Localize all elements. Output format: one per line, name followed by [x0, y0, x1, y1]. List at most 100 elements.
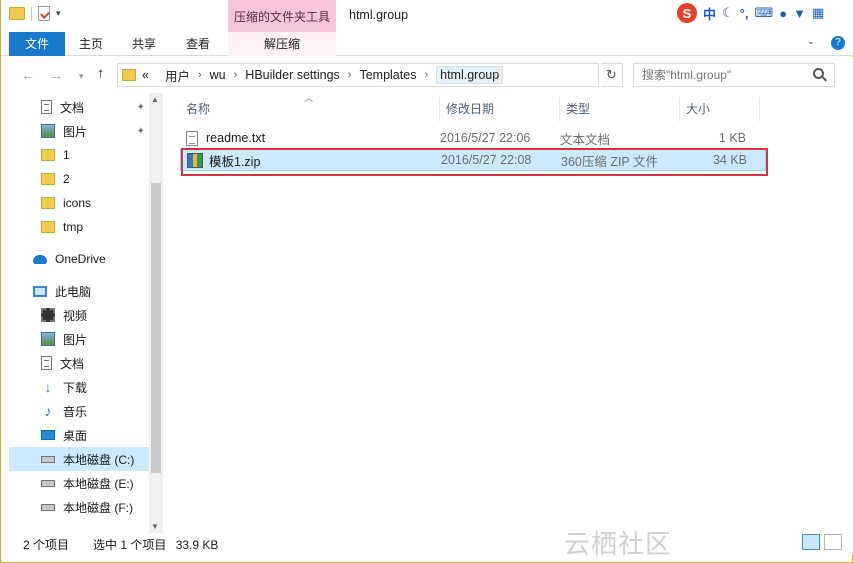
forward-arrow-icon[interactable]: →	[49, 67, 63, 83]
tab-home[interactable]: 主页	[67, 32, 115, 56]
keyboard-icon[interactable]: ⌨	[754, 5, 773, 21]
scroll-down-icon[interactable]: ▼	[151, 522, 159, 531]
item-count: 2 个项目	[23, 537, 70, 552]
nav-item-onedrive[interactable]: OneDrive	[9, 247, 149, 271]
back-arrow-icon[interactable]: ←	[21, 67, 35, 83]
punctuation-icon[interactable]: °,	[740, 6, 749, 21]
help-icon[interactable]: ?	[831, 36, 845, 50]
ime-mode-toggle[interactable]: 中	[703, 4, 716, 23]
nav-item-pc-documents[interactable]: 文档	[9, 351, 149, 375]
nav-item-this-pc[interactable]: 此电脑	[9, 279, 149, 303]
nav-item-label: 下载	[63, 380, 88, 395]
nav-item-label: OneDrive	[55, 252, 106, 266]
user-icon[interactable]: ●	[779, 6, 787, 21]
expand-ribbon-icon[interactable]: ⌄	[807, 36, 815, 50]
nav-item-desktop[interactable]: 桌面	[9, 423, 149, 447]
up-arrow-icon[interactable]: ↑	[97, 65, 105, 82]
breadcrumb-hbuilder-settings[interactable]: HBuilder settings	[245, 68, 340, 82]
pictures-icon	[41, 124, 55, 138]
documents-icon	[41, 100, 52, 114]
customize-toolbar-dropdown-icon[interactable]: ▾	[56, 8, 61, 19]
refresh-icon[interactable]: ↻	[601, 63, 623, 87]
drive-icon	[41, 503, 55, 511]
nav-item-drive-e[interactable]: 本地磁盘 (E:)	[9, 471, 149, 495]
music-icon: ♪	[44, 403, 52, 419]
title-bar: ▾ 压缩的文件夹工具 html.group S 中 ☾ °, ⌨ ● ▼ ▦	[1, 0, 853, 32]
nav-item-music[interactable]: ♪ 音乐	[9, 399, 149, 423]
nav-item-label: 2	[63, 172, 70, 186]
navigation-pane: 文档 ✦ 图片 ✦ 1 2 icons tmp OneDrive 此电脑 视频 …	[9, 93, 149, 533]
column-header-size[interactable]: 大小	[680, 97, 760, 121]
onedrive-cloud-icon	[33, 254, 47, 264]
breadcrumb-html-group[interactable]: html.group	[436, 66, 504, 84]
breadcrumb-users[interactable]: 用户	[165, 66, 190, 85]
tab-file[interactable]: 文件	[9, 32, 65, 56]
nav-item-pc-pictures[interactable]: 图片	[9, 327, 149, 351]
computer-icon	[33, 285, 47, 297]
drive-icon	[41, 455, 55, 463]
breadcrumb-wu[interactable]: wu	[210, 68, 226, 82]
navigation-scrollbar[interactable]: ▲ ▼	[149, 93, 163, 533]
window-title: html.group	[349, 8, 409, 22]
search-icon[interactable]	[813, 68, 824, 79]
nav-item-pictures[interactable]: 图片 ✦	[9, 119, 149, 143]
tab-extract[interactable]: 解压缩	[228, 32, 336, 56]
nav-item-downloads[interactable]: ↓ 下载	[9, 375, 149, 399]
nav-item-label: 文档	[60, 100, 85, 115]
nav-item-videos[interactable]: 视频	[9, 303, 149, 327]
tab-view[interactable]: 查看	[173, 32, 223, 56]
ribbon-tabs: 文件 主页 共享 查看 解压缩 ⌄ ?	[1, 32, 853, 56]
nav-item-icons[interactable]: icons	[9, 191, 149, 215]
nav-item-folder-2[interactable]: 2	[9, 167, 149, 191]
column-header-date[interactable]: 修改日期	[440, 97, 560, 121]
sogou-logo-icon[interactable]: S	[677, 3, 697, 23]
shirt-icon[interactable]: ▼	[793, 6, 806, 21]
folder-icon	[41, 149, 55, 161]
properties-icon[interactable]	[38, 6, 50, 21]
file-date: 2016/5/27 22:06	[440, 131, 531, 145]
explorer-window: ▾ 压缩的文件夹工具 html.group S 中 ☾ °, ⌨ ● ▼ ▦ 文…	[0, 0, 853, 563]
chevron-right-icon[interactable]: ›	[424, 69, 428, 81]
nav-item-folder-1[interactable]: 1	[9, 143, 149, 167]
chevron-right-icon[interactable]: ›	[234, 69, 238, 81]
folder-icon	[122, 69, 136, 81]
column-header-type[interactable]: 类型	[560, 97, 680, 121]
nav-item-drive-f[interactable]: 本地磁盘 (F:)	[9, 495, 149, 519]
grid-icon[interactable]: ▦	[812, 5, 824, 21]
pictures-icon	[41, 332, 55, 346]
nav-item-label: 本地磁盘 (E:)	[63, 476, 134, 491]
large-icons-view-icon[interactable]	[824, 534, 842, 550]
column-header-name[interactable]: 名称	[180, 97, 440, 121]
nav-item-label: 文档	[60, 356, 85, 371]
navigation-bar: ← → ▾ ↑ « 用户 › wu › HBuilder settings › …	[1, 57, 853, 93]
scroll-up-icon[interactable]: ▲	[151, 95, 159, 104]
address-bar[interactable]: « 用户 › wu › HBuilder settings › Template…	[117, 63, 599, 87]
nav-item-tmp[interactable]: tmp	[9, 215, 149, 239]
pin-icon[interactable]: ✦	[137, 102, 145, 113]
selection-info: 选中 1 个项目 33.9 KB	[93, 536, 218, 553]
moon-icon[interactable]: ☾	[722, 5, 734, 21]
details-view-icon[interactable]	[802, 534, 820, 550]
desktop-icon	[41, 430, 55, 440]
search-input[interactable]	[633, 63, 835, 87]
pin-icon[interactable]: ✦	[137, 126, 145, 137]
drive-icon	[41, 479, 55, 487]
tab-share[interactable]: 共享	[119, 32, 169, 56]
nav-item-drive-c[interactable]: 本地磁盘 (C:)	[9, 447, 149, 471]
scrollbar-thumb[interactable]	[151, 183, 161, 473]
contextual-tab-header: 压缩的文件夹工具	[228, 0, 336, 32]
selected-size: 33.9 KB	[175, 537, 219, 552]
documents-icon	[41, 356, 52, 370]
folder-icon[interactable]	[9, 7, 25, 20]
quick-access-toolbar: ▾	[9, 6, 61, 21]
nav-item-documents[interactable]: 文档 ✦	[9, 95, 149, 119]
chevron-right-icon[interactable]: ›	[348, 69, 352, 81]
ribbon-controls: ⌄ ?	[807, 36, 845, 50]
breadcrumb-overflow[interactable]: «	[142, 68, 149, 82]
recent-locations-chevron-icon[interactable]: ▾	[79, 71, 84, 82]
file-row[interactable]: readme.txt 2016/5/27 22:06 文本文档 1 KB	[180, 127, 766, 149]
selected-count: 选中 1 个项目	[93, 537, 167, 552]
chevron-right-icon[interactable]: ›	[198, 69, 202, 81]
download-icon: ↓	[44, 379, 52, 395]
breadcrumb-templates[interactable]: Templates	[359, 68, 416, 82]
